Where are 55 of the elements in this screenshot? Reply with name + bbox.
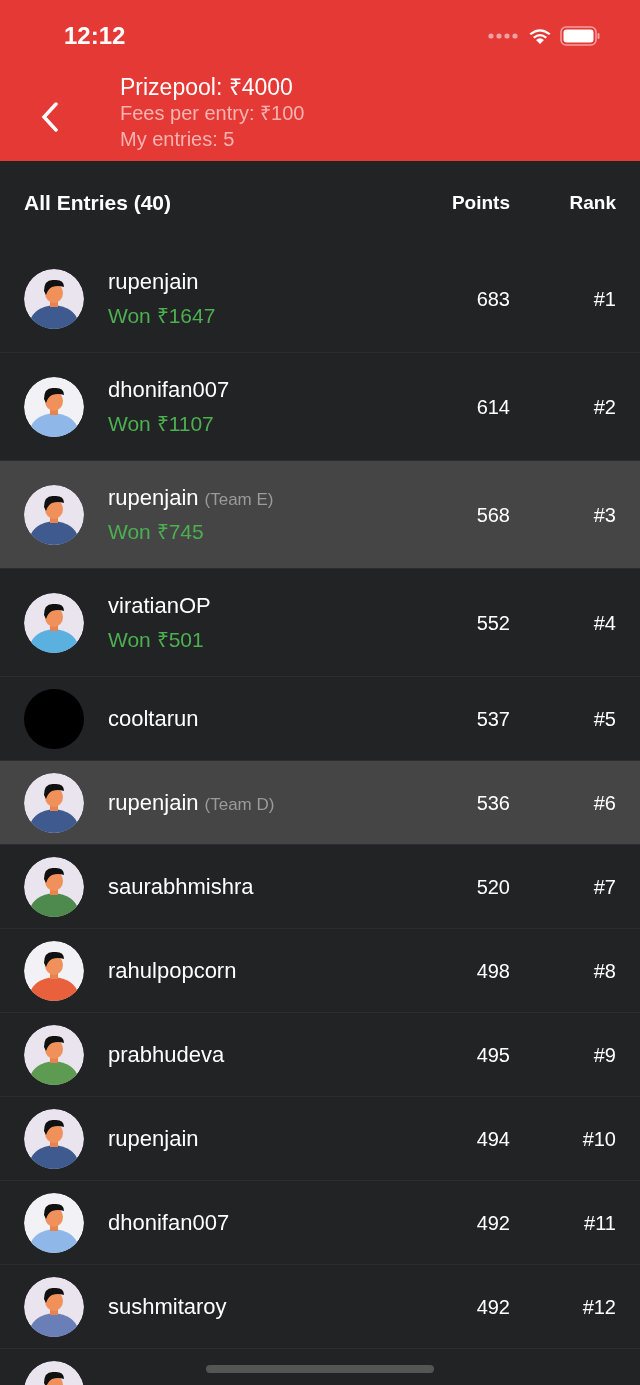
points: 683 (475, 286, 510, 312)
points: 552 (475, 610, 510, 636)
points: 492 (475, 1294, 510, 1320)
username: prabhudeva (108, 1041, 225, 1069)
username: viratianOP (108, 592, 211, 621)
username: dhonifan007 (108, 376, 230, 405)
rank: #5 (592, 706, 616, 732)
prize-won: Won ₹1107 (108, 411, 215, 438)
rank: #7 (592, 874, 616, 900)
username: saurabhmishra (108, 873, 254, 901)
status-time: 12:12 (64, 21, 126, 51)
points: 498 (475, 958, 510, 984)
entry-row[interactable]: rupenjain (Team D) 536 #6 (0, 761, 640, 845)
prize-won: Won ₹1647 (108, 303, 217, 330)
entry-fee: Fees per entry: ₹100 (120, 100, 305, 126)
points: 536 (475, 790, 510, 816)
username: rupenjain (108, 1125, 199, 1153)
rank: #2 (592, 394, 616, 420)
team-label: (Team D) (204, 794, 275, 816)
prize-won: Won ₹501 (108, 627, 205, 654)
entries-heading: All Entries (40) (24, 190, 173, 217)
points: 494 (475, 1126, 510, 1152)
points: 492 (475, 1210, 510, 1236)
username: cooltarun (108, 705, 199, 733)
rank: #11 (583, 1210, 616, 1236)
rank: #8 (592, 958, 616, 984)
entry-row[interactable]: rupenjain (Team E) Won ₹745 568 #3 (0, 461, 640, 569)
team-label: (Team E) (204, 489, 274, 512)
column-heading: Points (450, 190, 510, 215)
username: rupenjain (108, 484, 199, 513)
column-heading: Rank (568, 190, 616, 215)
rank: #4 (592, 610, 616, 636)
points: 568 (475, 502, 510, 528)
rank: #10 (581, 1126, 616, 1152)
back-icon (40, 101, 60, 132)
points: 614 (475, 394, 510, 420)
my-entries: My entries: 5 (120, 126, 236, 152)
username: rupenjain (108, 268, 199, 297)
points: 520 (475, 874, 510, 900)
rank: #12 (581, 1294, 616, 1320)
username: sushmitaroy (108, 1293, 227, 1321)
prizepool-title: Prizepool: ₹4000 (120, 73, 294, 100)
prize-won: Won ₹745 (108, 519, 205, 546)
username: rupenjain (108, 789, 199, 817)
rank: #1 (592, 286, 616, 312)
wifi-icon (528, 27, 552, 45)
username: rahulpopcorn (108, 957, 237, 985)
rank: #6 (592, 790, 616, 816)
rank: #3 (592, 502, 616, 528)
signal-dots-icon (488, 33, 520, 39)
battery-icon (560, 26, 600, 46)
points: 495 (475, 1042, 510, 1068)
points: 537 (475, 706, 510, 732)
username: dhonifan007 (108, 1209, 230, 1237)
rank: #9 (592, 1042, 616, 1068)
